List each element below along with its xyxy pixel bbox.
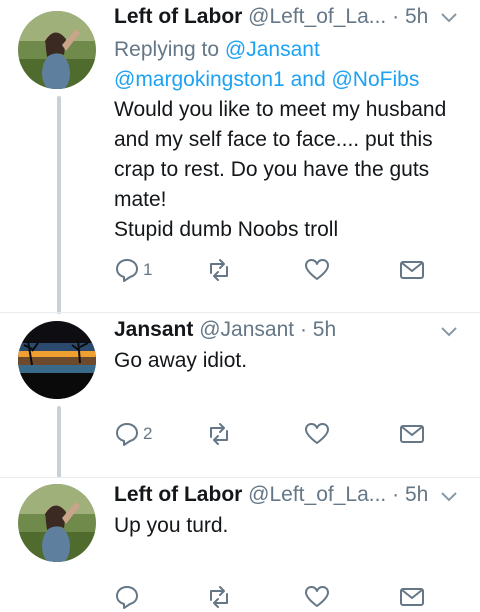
avatar[interactable] <box>18 484 96 562</box>
separator-dot: · <box>392 5 400 28</box>
direct-message-button[interactable] <box>399 419 425 449</box>
tweet[interactable]: Jansant @Jansant · 5h Go away idiot. 2 <box>0 313 480 477</box>
reply-icon <box>116 423 138 446</box>
heart-icon <box>305 423 329 444</box>
tweet-actions: 1 <box>114 255 434 285</box>
timestamp[interactable]: 5h <box>405 5 428 28</box>
replying-to: Replying to @Jansant @margokingston1 and… <box>114 35 480 95</box>
retweet-icon <box>210 423 228 445</box>
reply-count: 1 <box>143 260 153 279</box>
replying-to-label: Replying to <box>114 38 220 61</box>
direct-message-button[interactable] <box>399 255 425 285</box>
direct-message-button[interactable] <box>399 582 425 612</box>
retweet-button[interactable] <box>206 419 232 449</box>
avatar[interactable] <box>18 11 96 89</box>
like-button[interactable] <box>304 582 330 612</box>
tweet-header: Left of Labor @Left_of_La... · 5h <box>114 478 480 512</box>
reply-count: 2 <box>143 424 153 443</box>
timestamp[interactable]: 5h <box>313 318 336 341</box>
avatar[interactable] <box>18 321 96 399</box>
tweet-header: Jansant @Jansant · 5h <box>114 313 480 347</box>
heart-icon <box>305 586 329 607</box>
mention-link[interactable]: @Jansant <box>225 38 320 61</box>
user-handle[interactable]: @Left_of_La... <box>248 483 386 506</box>
tweet-text-line: Stupid dumb Noobs troll <box>114 218 339 241</box>
tweet-text-line: and my self face to face.... put this <box>114 128 433 151</box>
reply-icon <box>116 586 138 609</box>
timestamp[interactable]: 5h <box>405 483 428 506</box>
tweet-text: Would you like to meet my husband and my… <box>114 95 480 245</box>
reply-button[interactable] <box>114 582 143 612</box>
reply-icon <box>116 259 138 282</box>
tweet-actions <box>114 582 434 612</box>
tweet-text: Go away idiot. <box>114 346 480 376</box>
chevron-down-icon[interactable] <box>440 12 458 24</box>
display-name[interactable]: Jansant <box>114 318 193 341</box>
tweet[interactable]: Left of Labor @Left_of_La... · 5h Replyi… <box>0 0 480 312</box>
retweet-icon <box>210 586 228 608</box>
like-button[interactable] <box>304 255 330 285</box>
tweet-text-line: mate! <box>114 188 167 211</box>
envelope-icon <box>400 425 424 443</box>
mention-and: and <box>290 68 326 91</box>
display-name[interactable]: Left of Labor <box>114 483 242 506</box>
user-handle[interactable]: @Left_of_La... <box>248 5 386 28</box>
tweet-text-line: Go away idiot. <box>114 349 248 372</box>
tweet-text-line: Up you turd. <box>114 514 229 537</box>
like-button[interactable] <box>304 419 330 449</box>
user-handle[interactable]: @Jansant <box>199 318 294 341</box>
reply-button[interactable]: 2 <box>114 419 152 449</box>
display-name[interactable]: Left of Labor <box>114 5 242 28</box>
envelope-icon <box>400 261 424 279</box>
separator-dot: · <box>299 318 307 341</box>
mention-link[interactable]: @NoFibs <box>331 68 419 91</box>
reply-button[interactable]: 1 <box>114 255 152 285</box>
retweet-button[interactable] <box>206 255 232 285</box>
mention-link[interactable]: @margokingston1 <box>114 68 285 91</box>
retweet-icon <box>210 259 228 281</box>
heart-icon <box>305 259 329 280</box>
tweet-header: Left of Labor @Left_of_La... · 5h <box>114 0 480 34</box>
retweet-button[interactable] <box>206 582 232 612</box>
tweet[interactable]: Left of Labor @Left_of_La... · 5h Up you… <box>0 478 480 609</box>
envelope-icon <box>400 588 424 606</box>
chevron-down-icon[interactable] <box>440 326 458 338</box>
tweet-text-line: Would you like to meet my husband <box>114 98 447 121</box>
chevron-down-icon[interactable] <box>440 491 458 503</box>
separator-dot: · <box>392 483 400 506</box>
tweet-text-line: crap to rest. Do you have the guts <box>114 158 430 181</box>
tweet-actions: 2 <box>114 419 434 449</box>
tweet-text: Up you turd. <box>114 511 480 541</box>
